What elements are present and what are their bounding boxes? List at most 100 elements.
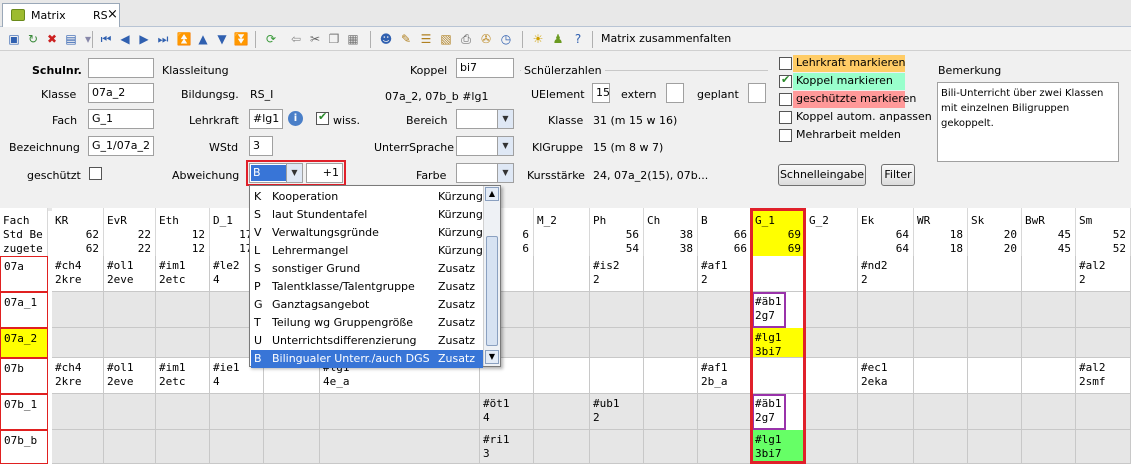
collapse-matrix-button[interactable]: Matrix zusammenfalten [601,32,731,45]
row-header[interactable]: 07b_1 [0,394,48,430]
mehrarbeit-checkbox[interactable] [779,129,792,142]
grid-cell[interactable]: #af1 2b_a [698,358,752,394]
arrow-left-icon[interactable]: ⇦ [288,31,304,47]
grid-cell[interactable] [1022,256,1076,292]
down-icon[interactable]: ▼ [214,31,230,47]
dropdown-item[interactable]: B Bilingualer Unterr./auch DGS Zusatz [251,350,483,368]
save-icon[interactable]: ▣ [6,31,22,47]
edit-icon[interactable]: ✎ [398,31,414,47]
prev-icon[interactable]: ◀ [117,31,133,47]
column-header[interactable]: Sk 20 20 [968,208,1022,256]
idea-icon[interactable]: ☀ [530,31,546,47]
properties-icon[interactable]: ▧ [438,31,454,47]
column-header[interactable]: Eth 12 12 [156,208,210,256]
cut-icon[interactable]: ✂ [307,31,323,47]
grid-cell[interactable] [968,430,1022,464]
last-icon[interactable]: ⏭ [155,31,171,47]
column-header[interactable]: KR 62 62 [52,208,104,256]
grid-cell[interactable] [806,292,858,328]
grid-cell[interactable] [858,430,914,464]
geschuetzte-markieren-checkbox[interactable] [779,93,792,106]
up-icon[interactable]: ▲ [195,31,211,47]
grid-cell[interactable] [1076,430,1131,464]
farbe-select[interactable]: ▼ [456,163,514,183]
grid-cell[interactable]: #ec1 2eka [858,358,914,394]
grid-cell[interactable] [1022,292,1076,328]
clock-icon[interactable]: ◷ [498,31,514,47]
grid-cell[interactable] [968,358,1022,394]
chevron-down-icon[interactable]: ▼ [497,110,513,128]
grid-cell[interactable]: #äb1 2g7 [752,292,786,328]
column-header[interactable]: BwR 45 45 [1022,208,1076,256]
geschuetzt-checkbox[interactable] [89,167,102,180]
grid-cell[interactable] [534,394,590,430]
grid-cell[interactable] [590,292,644,328]
grid-cell[interactable] [644,358,698,394]
wiss-checkbox[interactable]: ✔ [316,110,329,125]
undo-icon[interactable]: ↻ [25,31,41,47]
column-header[interactable]: G_1 69 69 [752,208,806,256]
grid-cell[interactable]: #ub1 2 [590,394,644,430]
column-header[interactable]: Sm 52 52 [1076,208,1131,256]
grid-cell[interactable] [52,292,104,328]
grid-cell[interactable] [806,394,858,430]
grid-cell[interactable] [914,430,968,464]
grid-cell[interactable] [1076,394,1131,430]
grid-cell[interactable] [1022,328,1076,358]
grid-cell[interactable] [320,394,480,430]
grid-cell[interactable] [1022,394,1076,430]
bezeichnung-field[interactable]: G_1/07a_2 [88,136,154,156]
grid-cell[interactable] [156,430,210,464]
close-icon[interactable]: × [107,7,118,22]
lehrkraft-markieren-checkbox[interactable] [779,57,792,70]
grid-cell[interactable] [698,430,752,464]
grid-cell[interactable] [534,292,590,328]
grid-cell[interactable] [1022,430,1076,464]
scroll-down-icon[interactable]: ▼ [485,350,499,364]
grid-cell[interactable]: #lg1 3bi7 [752,328,806,358]
scroll-up-icon[interactable]: ▲ [485,187,499,201]
grid-cell[interactable] [968,328,1022,358]
grid-cell[interactable] [914,328,968,358]
grid-cell[interactable] [806,256,858,292]
chevron-down-icon[interactable]: ▼ [286,164,302,182]
grid-cell[interactable]: #ch4 2kre [52,358,104,394]
grid-cell[interactable] [210,430,264,464]
geplant-field[interactable] [748,83,766,103]
row-header[interactable]: 07a_1 [0,292,48,328]
grid-cell[interactable] [534,430,590,464]
grid-cell[interactable] [968,394,1022,430]
grid-cell[interactable] [752,256,806,292]
grid-cell[interactable] [1076,328,1131,358]
dropdown-item[interactable]: T Teilung wg Gruppengröße Zusatz [251,314,483,332]
grid-cell[interactable]: #al2 2 [1076,256,1131,292]
dropdown-item[interactable]: G Ganztagsangebot Zusatz [251,296,483,314]
grid-cell[interactable] [914,358,968,394]
dropdown-item[interactable]: V Verwaltungsgründe Kürzung [251,224,483,242]
grid-cell[interactable] [968,256,1022,292]
new-icon[interactable]: ▤ [63,31,79,47]
grid-cell[interactable] [52,394,104,430]
column-header[interactable]: EvR 22 22 [104,208,156,256]
grid-cell[interactable] [590,328,644,358]
list-icon[interactable]: ☰ [418,31,434,47]
grid-cell[interactable] [52,430,104,464]
abweichung-extra-field[interactable]: +1 [306,163,343,183]
grid-cell[interactable]: #ch4 2kre [52,256,104,292]
column-header[interactable]: WR 18 18 [914,208,968,256]
abweichung-select[interactable]: B ▼ [249,163,303,183]
column-header[interactable]: Ch 38 38 [644,208,698,256]
grid-cell[interactable] [156,292,210,328]
user-icon[interactable]: ☻ [378,31,394,47]
row-header[interactable]: 07b [0,358,48,394]
paste-icon[interactable]: ▦ [345,31,361,47]
dropdown-item[interactable]: L Lehrermangel Kürzung [251,242,483,260]
grid-cell[interactable] [806,430,858,464]
extern-field[interactable] [666,83,684,103]
help-icon[interactable]: ? [570,31,586,47]
grid-cell[interactable] [320,430,480,464]
first-icon[interactable]: ⏮ [98,31,114,47]
dropdown-scrollbar[interactable]: ▲ ▼ [483,186,500,366]
grid-cell[interactable] [698,292,752,328]
grid-cell[interactable] [1076,292,1131,328]
